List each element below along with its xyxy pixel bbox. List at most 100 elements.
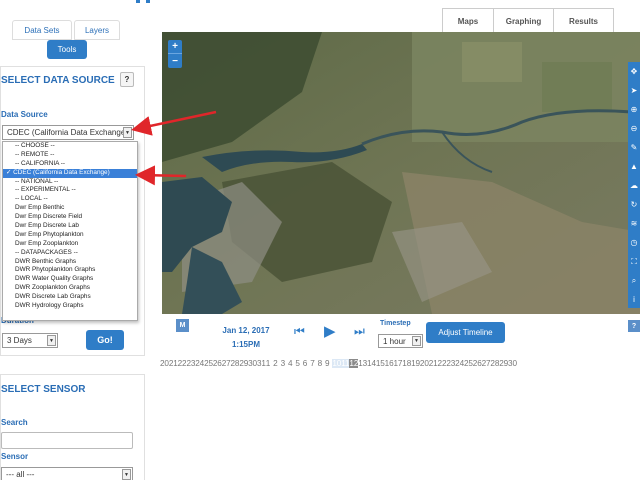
timeline-day[interactable]: 28 <box>231 359 240 368</box>
cloud-icon[interactable]: ☁ <box>628 176 640 195</box>
timeline-day[interactable]: 27 <box>482 359 491 368</box>
pan-icon[interactable]: ✥ <box>628 62 640 81</box>
dropdown-option[interactable]: DWR Discrete Lab Graphs <box>3 293 137 302</box>
timeline-day[interactable]: 22 <box>178 359 187 368</box>
draw-icon[interactable]: ✎ <box>628 138 640 157</box>
m-button[interactable]: M <box>176 319 189 332</box>
search-label: Search <box>1 418 28 427</box>
timeline-day[interactable]: 13 <box>358 359 367 368</box>
fullscreen-icon[interactable]: ⛶ <box>628 252 640 271</box>
go-button[interactable]: Go! <box>86 330 124 350</box>
zoom-out-icon[interactable]: ⊖ <box>628 119 640 138</box>
timestep-select[interactable]: 1 hour ▼ <box>378 334 423 348</box>
info-icon[interactable]: i <box>628 290 640 309</box>
timeline-day[interactable]: 1 <box>266 359 271 368</box>
timeline-day[interactable]: 28 <box>490 359 499 368</box>
timeline-day[interactable]: 29 <box>499 359 508 368</box>
tab-tools[interactable]: Tools <box>47 40 87 59</box>
dropdown-option[interactable]: Dwr Emp Discrete Field <box>3 213 137 222</box>
satellite-map[interactable] <box>162 32 640 314</box>
zoom-in-icon[interactable]: ⊕ <box>628 100 640 119</box>
tab-graphing[interactable]: Graphing <box>494 8 554 34</box>
timeline-day[interactable]: 26 <box>213 359 222 368</box>
dropdown-option[interactable]: DWR Zooplankton Graphs <box>3 284 137 293</box>
dropdown-option[interactable]: DWR Water Quality Graphs <box>3 275 137 284</box>
timeline-day[interactable]: 26 <box>473 359 482 368</box>
timeline-day[interactable]: 31 <box>257 359 266 368</box>
pointer-icon[interactable]: ➤ <box>628 81 640 100</box>
dropdown-option[interactable]: -- EXPERIMENTAL -- <box>3 186 137 195</box>
dropdown-option[interactable]: ✓ CDEC (California Data Exchange) <box>3 168 137 178</box>
dropdown-option[interactable]: DWR Hydrology Graphs <box>3 302 137 311</box>
sensor-search-input[interactable] <box>1 432 133 449</box>
zoom-in-button[interactable]: + <box>168 40 182 54</box>
timeline-day[interactable]: 19 <box>411 359 420 368</box>
timeline-day[interactable]: 16 <box>385 359 394 368</box>
dropdown-option[interactable]: Dwr Emp Benthic <box>3 204 137 213</box>
dropdown-option[interactable]: Dwr Emp Discrete Lab <box>3 222 137 231</box>
adjust-timeline-button[interactable]: Adjust Timeline <box>426 322 505 343</box>
timeline-day[interactable]: 30 <box>508 359 517 368</box>
measure-icon[interactable]: ▲ <box>628 157 640 176</box>
data-source-select[interactable]: CDEC (California Data Exchange) ▼ <box>2 125 134 140</box>
timeline-day[interactable]: 8 <box>318 359 323 368</box>
dropdown-option[interactable]: -- CALIFORNIA -- <box>3 160 137 169</box>
duration-select[interactable]: 3 Days ▼ <box>2 333 58 348</box>
timeline-day[interactable]: 23 <box>186 359 195 368</box>
timeline-day[interactable]: 20 <box>420 359 429 368</box>
timeline-day[interactable]: 15 <box>376 359 385 368</box>
play-icon[interactable]: ▶ <box>324 322 336 340</box>
timeline-day[interactable]: 25 <box>204 359 213 368</box>
layers-icon[interactable]: ≋ <box>628 214 640 233</box>
timeline-day[interactable]: 24 <box>455 359 464 368</box>
timeline-day[interactable]: 6 <box>303 359 308 368</box>
timeline-day[interactable]: 5 <box>295 359 300 368</box>
tab-results[interactable]: Results <box>554 8 614 34</box>
skip-back-icon[interactable]: ⏮ <box>294 324 305 339</box>
dropdown-option[interactable]: DWR Phytoplankton Graphs <box>3 266 137 275</box>
tab-layers[interactable]: Layers <box>74 20 120 40</box>
search-icon[interactable]: ⌕ <box>628 271 640 290</box>
timeline-day[interactable]: 24 <box>195 359 204 368</box>
dropdown-option[interactable]: Dwr Emp Phytoplankton <box>3 231 137 240</box>
timeline-day[interactable]: 12 <box>349 359 358 368</box>
dropdown-option[interactable]: Dwr Emp Zooplankton <box>3 240 137 249</box>
timeline-day[interactable]: 27 <box>222 359 231 368</box>
timeline-day[interactable]: 29 <box>239 359 248 368</box>
tab-data-sets[interactable]: Data Sets <box>12 20 72 40</box>
dropdown-option[interactable]: DWR Benthic Graphs <box>3 258 137 267</box>
dropdown-option[interactable]: -- NATIONAL -- <box>3 178 137 187</box>
timeline-help-button[interactable]: ? <box>628 320 640 332</box>
timeline-day[interactable]: 11 <box>341 359 350 368</box>
timeline-day[interactable]: 3 <box>281 359 286 368</box>
dropdown-option[interactable]: -- CHOOSE -- <box>3 142 137 151</box>
timeline-day[interactable]: 21 <box>429 359 438 368</box>
timeline-day[interactable]: 17 <box>393 359 402 368</box>
rotate-icon[interactable]: ↻ <box>628 195 640 214</box>
timeline-day[interactable]: 20 <box>160 359 169 368</box>
dropdown-option[interactable]: -- REMOTE -- <box>3 151 137 160</box>
timeline-day[interactable]: 25 <box>464 359 473 368</box>
dropdown-option[interactable]: -- LOCAL -- <box>3 195 137 204</box>
clock-icon[interactable]: ◷ <box>628 233 640 252</box>
timeline-day[interactable]: 30 <box>248 359 257 368</box>
zoom-out-button[interactable]: − <box>168 54 182 68</box>
timeline-day[interactable]: 14 <box>367 359 376 368</box>
timeline-day[interactable]: 9 <box>325 359 330 368</box>
dropdown-option[interactable]: -- DATAPACKAGES -- <box>3 249 137 258</box>
data-source-help-button[interactable]: ? <box>120 72 134 87</box>
tab-maps[interactable]: Maps <box>442 8 494 34</box>
sensor-label: Sensor <box>1 452 29 461</box>
sensor-select[interactable]: --- all --- ▼ <box>1 467 133 480</box>
timeline-day[interactable]: 4 <box>288 359 293 368</box>
timeline-day[interactable]: 18 <box>402 359 411 368</box>
timeline-day[interactable]: 10 <box>332 359 341 368</box>
map-toolbar: ✥ ➤ ⊕ ⊖ ✎ ▲ ☁ ↻ ≋ ◷ ⛶ ⌕ i <box>628 62 640 308</box>
timeline-day[interactable]: 23 <box>446 359 455 368</box>
timeline-day[interactable]: 2 <box>273 359 278 368</box>
timeline-day[interactable]: 7 <box>310 359 315 368</box>
skip-forward-icon[interactable]: ⏭ <box>354 324 365 339</box>
data-source-dropdown-list[interactable]: -- CHOOSE -- -- REMOTE -- -- CALIFORNIA --… <box>2 141 138 321</box>
timeline-day[interactable]: 22 <box>438 359 447 368</box>
timeline-day[interactable]: 21 <box>169 359 178 368</box>
